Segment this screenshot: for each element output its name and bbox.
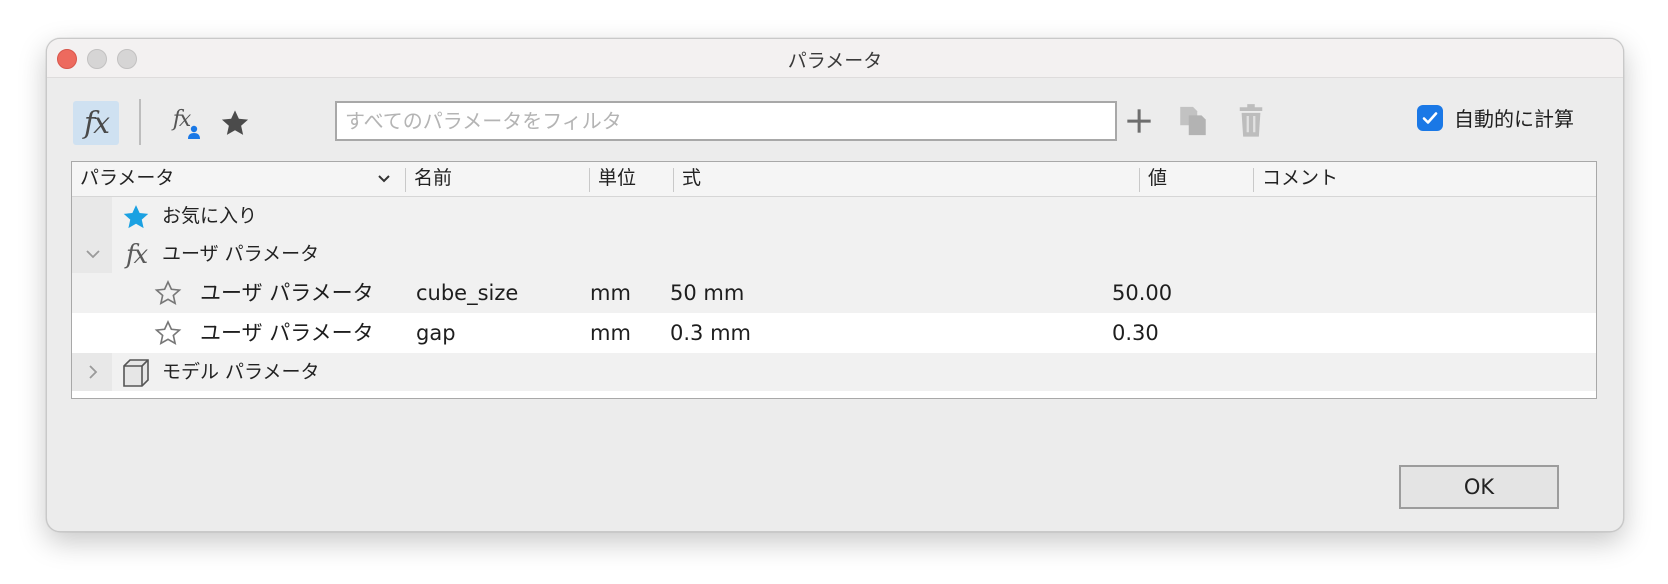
chevron-down-icon[interactable] [374, 168, 394, 188]
column-header-parameter[interactable]: パラメータ [72, 162, 384, 196]
column-header-comment[interactable]: コメント [1254, 162, 1574, 196]
favorites-filter-button[interactable] [213, 101, 257, 145]
parameter-name-cell[interactable]: gap [416, 313, 456, 353]
user-parameters-group-row[interactable]: fx ユーザ パラメータ [72, 235, 1596, 275]
column-header-name[interactable]: 名前 [406, 162, 586, 196]
model-parameters-group-label: モデル パラメータ [162, 361, 320, 383]
auto-calculate-checkbox[interactable] [1417, 104, 1443, 131]
table-header: パラメータ 名前 単位 式 値 コメント [72, 162, 1596, 197]
parameters-dialog: パラメータ fx fx すべてのパラメータをフィルタ 自動的に計算 パラメータ … [46, 38, 1624, 532]
parameter-value-cell: 0.30 [1112, 321, 1159, 345]
auto-calculate-toggle[interactable]: 自動的に計算 [1417, 103, 1574, 132]
user-parameters-filter-button[interactable]: fx [159, 101, 203, 145]
parameters-table: パラメータ 名前 単位 式 値 コメント お気に入り fx ユーザ パラメータ … [71, 161, 1597, 399]
plus-icon [1127, 109, 1151, 133]
trash-icon [1239, 104, 1263, 137]
row-gutter [72, 197, 112, 237]
all-parameters-filter-button[interactable]: fx [73, 101, 119, 145]
parameter-value-cell: 50.00 [1112, 281, 1173, 305]
parameter-expression-cell[interactable]: 0.3 mm [670, 313, 751, 353]
parameter-expression-cell[interactable]: 50 mm [670, 273, 744, 313]
copy-parameter-button[interactable] [1173, 99, 1213, 143]
parameter-type-cell: ユーザ パラメータ [200, 321, 374, 345]
column-header-value[interactable]: 値 [1140, 162, 1250, 196]
fx-icon: fx [83, 105, 110, 141]
parameter-unit-cell[interactable]: mm [590, 273, 631, 313]
fx-icon: fx [125, 240, 148, 270]
chevron-down-icon[interactable] [82, 243, 104, 265]
column-header-expression[interactable]: 式 [674, 162, 1134, 196]
table-row[interactable]: ユーザ パラメータ cube_size mm 50 mm 50.00 [72, 273, 1596, 313]
auto-calculate-label: 自動的に計算 [1454, 107, 1574, 131]
star-filled-icon [120, 201, 152, 233]
favorite-toggle-star-icon[interactable] [152, 317, 184, 349]
column-header-unit[interactable]: 単位 [590, 162, 670, 196]
parameter-type-cell: ユーザ パラメータ [200, 281, 374, 305]
parameter-unit-cell[interactable]: mm [590, 313, 631, 353]
table-row[interactable]: ユーザ パラメータ gap mm 0.3 mm 0.30 [72, 313, 1596, 353]
cube-icon [120, 357, 152, 389]
user-parameters-group-label: ユーザ パラメータ [162, 243, 320, 265]
favorite-toggle-star-icon[interactable] [152, 277, 184, 309]
toolbar-separator [139, 99, 141, 145]
user-icon [188, 125, 200, 139]
copy-icon [1180, 106, 1206, 136]
parameter-name-cell[interactable]: cube_size [416, 273, 518, 313]
model-parameters-group-row[interactable]: モデル パラメータ [72, 353, 1596, 393]
add-parameter-button[interactable] [1119, 99, 1159, 143]
favorites-group-row[interactable]: お気に入り [72, 197, 1596, 237]
delete-parameter-button[interactable] [1231, 99, 1271, 143]
chevron-right-icon[interactable] [82, 361, 104, 383]
checkmark-icon [1422, 111, 1438, 124]
favorites-group-label: お気に入り [162, 205, 258, 227]
window-title: パラメータ [787, 50, 883, 72]
table-empty-area [72, 391, 1596, 398]
parameter-filter-input[interactable] [335, 101, 1117, 141]
ok-button[interactable]: OK [1399, 465, 1559, 509]
star-icon [221, 110, 249, 135]
title-bar: パラメータ [47, 39, 1623, 78]
